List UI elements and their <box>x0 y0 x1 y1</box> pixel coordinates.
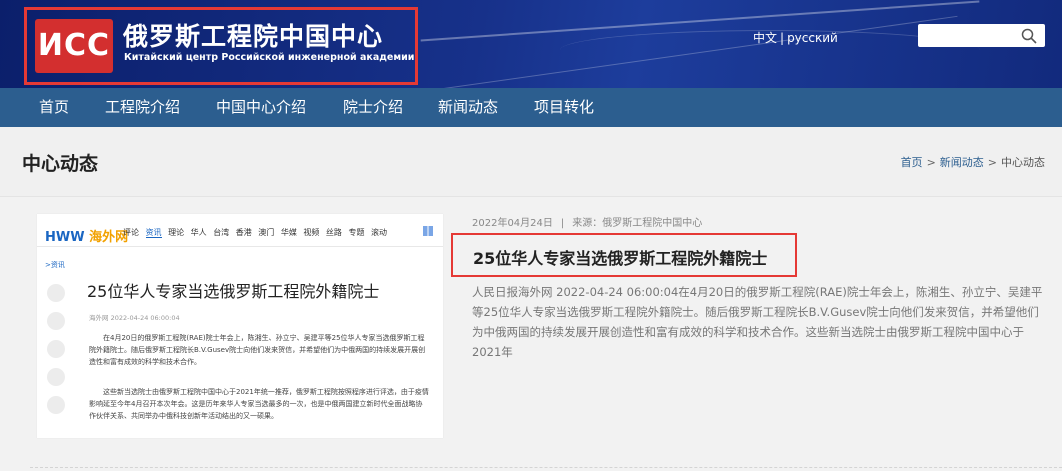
breadcrumb-separator: > <box>987 156 997 169</box>
nav-item-academicians[interactable]: 院士介绍 <box>343 88 403 127</box>
main-nav: 首页 工程院介绍 中国中心介绍 院士介绍 新闻动态 项目转化 <box>0 88 1062 127</box>
meta-separator: | <box>560 218 565 229</box>
thumb-meta: 海外网 2022-04-24 06:00:04 <box>89 314 180 322</box>
share-icon <box>47 396 65 414</box>
nav-item-china-center[interactable]: 中国中心介绍 <box>216 88 306 127</box>
thumb-title: 25位华人专家当选俄罗斯工程院外籍院士 <box>87 282 380 301</box>
search-box <box>918 24 1045 47</box>
nav-item-projects[interactable]: 项目转化 <box>534 88 594 127</box>
breadcrumb-news[interactable]: 新闻动态 <box>940 156 984 169</box>
lang-chinese-link[interactable]: 中文 <box>753 31 777 45</box>
search-icon[interactable] <box>1021 28 1037 44</box>
news-meta: 2022年04月24日 | 来源：俄罗斯工程院中国中心 <box>472 214 702 229</box>
thumb-paragraph: 在4月20日的俄罗斯工程院(RAE)院士年会上，陈湘生、孙立宁、吴建平等25位华… <box>89 334 426 366</box>
nav-item-news[interactable]: 新闻动态 <box>438 88 498 127</box>
nav-item-academy[interactable]: 工程院介绍 <box>105 88 180 127</box>
logo-mark: ИCC <box>35 19 113 73</box>
grid-icon <box>423 226 433 236</box>
news-title[interactable]: 25位华人专家当选俄罗斯工程院外籍院士 <box>473 245 767 269</box>
news-list-item: HWW 海外网 评论 资讯 理论 华人 台湾 香港 澳门 华媒 视频 丝路 专题… <box>30 198 1062 468</box>
page-title: 中心动态 <box>22 153 99 175</box>
breadcrumb-separator: > <box>926 156 936 169</box>
search-input[interactable] <box>918 24 1018 47</box>
news-source: 来源：俄罗斯工程院中国中心 <box>572 218 703 229</box>
nav-item-home[interactable]: 首页 <box>39 88 69 127</box>
thumb-tag: >资讯 <box>45 261 65 269</box>
share-icon <box>47 284 65 302</box>
share-icon <box>47 368 65 386</box>
breadcrumb-current: 中心动态 <box>1001 156 1045 169</box>
thumb-nav: 评论 资讯 理论 华人 台湾 香港 澳门 华媒 视频 丝路 专题 滚动 <box>123 228 388 238</box>
lang-separator: | <box>780 31 785 45</box>
logo-title-cn: 俄罗斯工程院中国中心 <box>123 22 384 51</box>
thumb-site-logo: HWW 海外网 <box>45 230 129 245</box>
share-icon <box>47 312 65 330</box>
thumb-divider <box>37 246 443 247</box>
page-title-bar: 中心动态 首页 > 新闻动态 > 中心动态 <box>0 127 1062 197</box>
news-thumbnail[interactable]: HWW 海外网 评论 资讯 理论 华人 台湾 香港 澳门 华媒 视频 丝路 专题… <box>37 214 443 438</box>
thumb-paragraph: 这些新当选院士由俄罗斯工程院中国中心于2021年统一推荐，俄罗斯工程院按照程序进… <box>89 388 429 420</box>
language-switcher: 中文 | русский <box>753 29 838 46</box>
site-logo[interactable]: ИCC 俄罗斯工程院中国中心 Китайский центр Российско… <box>24 7 418 85</box>
share-icon <box>47 340 65 358</box>
breadcrumb-home[interactable]: 首页 <box>901 156 923 169</box>
lang-russian-link[interactable]: русский <box>787 31 838 45</box>
news-title-highlight: 25位华人专家当选俄罗斯工程院外籍院士 <box>451 233 797 277</box>
logo-title-ru: Китайский центр Российской инженерной ак… <box>124 52 415 63</box>
news-summary: 人民日报海外网 2022-04-24 06:00:04在4月20日的俄罗斯工程院… <box>472 285 1043 359</box>
site-header: ИCC 俄罗斯工程院中国中心 Китайский центр Российско… <box>0 0 1062 88</box>
breadcrumb: 首页 > 新闻动态 > 中心动态 <box>901 154 1045 170</box>
news-date: 2022年04月24日 <box>472 218 553 229</box>
